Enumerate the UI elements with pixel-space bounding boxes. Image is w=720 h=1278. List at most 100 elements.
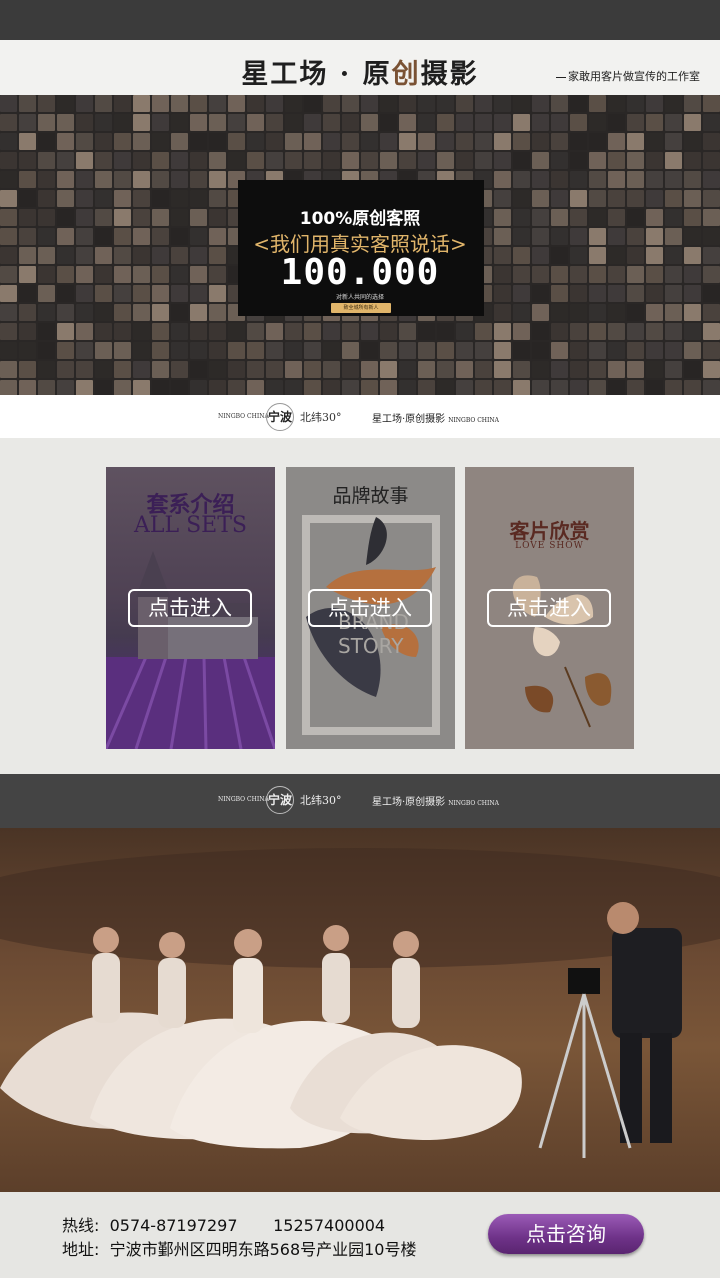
mosaic-photo-tile <box>228 114 245 131</box>
mosaic-photo-tile <box>209 342 226 359</box>
mosaic-photo-tile <box>0 342 17 359</box>
mosaic-photo-tile <box>437 152 454 169</box>
mosaic-photo-tile <box>190 114 207 131</box>
mosaic-photo-tile <box>589 133 606 150</box>
mosaic-photo-tile <box>494 323 511 340</box>
mosaic-photo-tile <box>19 114 36 131</box>
mosaic-photo-tile <box>228 133 245 150</box>
logo-strip: NINGBO CHINA 宁波 北纬30° 星工场·原创摄影 NINGBO CHI… <box>0 395 720 439</box>
mosaic-photo-tile <box>38 342 55 359</box>
mosaic-photo-tile <box>513 133 530 150</box>
mosaic-photo-tile <box>152 323 169 340</box>
mosaic-photo-tile <box>38 304 55 321</box>
wedding-group-photo[interactable] <box>0 828 720 1192</box>
mosaic-photo-tile <box>665 95 682 112</box>
mosaic-photo-tile <box>323 152 340 169</box>
mosaic-photo-tile <box>0 323 17 340</box>
mosaic-photo-tile <box>133 323 150 340</box>
address-text: 宁波市鄞州区四明东路568号产业园10号楼 <box>109 1240 417 1259</box>
mosaic-photo-tile <box>171 171 188 188</box>
mosaic-photo-tile <box>152 304 169 321</box>
mosaic-photo-tile <box>551 361 568 378</box>
mosaic-photo-tile <box>627 114 644 131</box>
mosaic-photo-tile <box>703 323 720 340</box>
mosaic-photo-tile <box>247 133 264 150</box>
mosaic-photo-tile <box>361 133 378 150</box>
card-all-sets[interactable]: 套系介绍 ALL SETS 点击进入 <box>106 467 275 749</box>
mosaic-photo-tile <box>95 323 112 340</box>
mosaic-photo-tile <box>551 171 568 188</box>
enter-button[interactable]: 点击进入 <box>128 589 252 627</box>
mosaic-photo-tile <box>513 342 530 359</box>
logo-strip-dark: NINGBO CHINA 宁波 北纬30° 星工场·原创摄影 NINGBO CHI… <box>0 778 720 822</box>
mosaic-photo-tile <box>551 342 568 359</box>
mosaic-photo-tile <box>437 114 454 131</box>
mosaic-photo-tile <box>247 114 264 131</box>
mosaic-photo-tile <box>38 133 55 150</box>
mosaic-photo-tile <box>114 95 131 112</box>
mosaic-photo-tile <box>95 361 112 378</box>
mosaic-photo-tile <box>38 380 55 395</box>
mosaic-photo-tile <box>646 133 663 150</box>
mosaic-photo-tile <box>342 152 359 169</box>
mosaic-photo-tile <box>247 342 264 359</box>
mosaic-photo-tile <box>703 133 720 150</box>
enter-button[interactable]: 点击进入 <box>308 589 432 627</box>
mosaic-photo-tile <box>152 380 169 395</box>
card-brand-story[interactable]: BRAND STORY 品牌故事 点击进入 <box>286 467 455 749</box>
mosaic-photo-tile <box>171 133 188 150</box>
mosaic-photo-tile <box>532 380 549 395</box>
mosaic-photo-tile <box>589 323 606 340</box>
mosaic-photo-tile <box>304 361 321 378</box>
mosaic-photo-tile <box>266 361 283 378</box>
mosaic-photo-tile <box>0 95 17 112</box>
mosaic-photo-tile <box>247 323 264 340</box>
mosaic-photo-tile <box>627 380 644 395</box>
mosaic-photo-tile <box>627 171 644 188</box>
mosaic-photo-tile <box>380 342 397 359</box>
mosaic-photo-tile <box>684 304 701 321</box>
mosaic-photo-tile <box>475 342 492 359</box>
mosaic-photo-tile <box>38 95 55 112</box>
mosaic-photo-tile <box>95 95 112 112</box>
mosaic-photo-tile <box>475 152 492 169</box>
mosaic-photo-tile <box>418 361 435 378</box>
mosaic-photo-tile <box>570 95 587 112</box>
mosaic-photo-tile <box>646 171 663 188</box>
mosaic-photo-tile <box>418 95 435 112</box>
mosaic-photo-tile <box>95 171 112 188</box>
mosaic-photo-tile <box>209 380 226 395</box>
mosaic-photo-tile <box>76 114 93 131</box>
enter-button[interactable]: 点击进入 <box>487 589 611 627</box>
mosaic-photo-tile <box>19 361 36 378</box>
mosaic-photo-tile <box>570 152 587 169</box>
mosaic-photo-tile <box>627 133 644 150</box>
mosaic-photo-tile <box>228 323 245 340</box>
mosaic-photo-tile <box>152 133 169 150</box>
card-love-show[interactable]: 客片欣赏 LOVE SHOW 点击进入 <box>465 467 634 749</box>
mosaic-photo-tile <box>532 361 549 378</box>
mosaic-photo-tile <box>589 95 606 112</box>
consult-button[interactable]: 点击咨询 <box>488 1214 644 1254</box>
hotline-number-1[interactable]: 0574-87197297 <box>110 1216 238 1235</box>
mosaic-photo-tile <box>380 95 397 112</box>
mosaic-photo-tile <box>418 342 435 359</box>
mosaic-photo-tile <box>665 323 682 340</box>
mosaic-photo-tile <box>475 114 492 131</box>
mosaic-photo-tile <box>228 342 245 359</box>
mosaic-photo-tile <box>608 171 625 188</box>
mosaic-photo-tile <box>76 361 93 378</box>
mosaic-photo-tile <box>513 171 530 188</box>
mosaic-photo-tile <box>494 304 511 321</box>
mosaic-photo-tile <box>95 114 112 131</box>
mosaic-photo-tile <box>57 323 74 340</box>
mosaic-photo-tile <box>114 361 131 378</box>
hotline-number-2[interactable]: 15257400004 <box>273 1216 385 1235</box>
mosaic-photo-tile <box>456 380 473 395</box>
mosaic-photo-tile <box>152 114 169 131</box>
mosaic-photo-tile <box>285 133 302 150</box>
mosaic-photo-tile <box>418 133 435 150</box>
mosaic-photo-tile <box>646 342 663 359</box>
mosaic-photo-tile <box>323 133 340 150</box>
mosaic-photo-tile <box>608 342 625 359</box>
